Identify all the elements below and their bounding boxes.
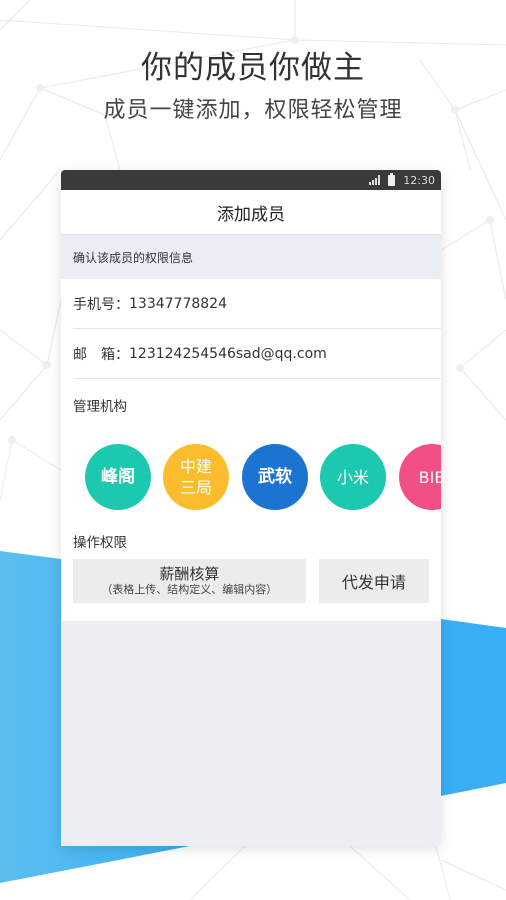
org-item-xiaomi[interactable]: 小米 [320,444,386,510]
org-list[interactable]: 峰阁 中建三局 武软 小米 BIB [61,425,441,521]
promo-subline: 成员一键添加，权限轻松管理 [103,98,403,123]
permission-list: 薪酬核算 （表格上传、结构定义、编辑内容） 代发申请 [61,559,441,603]
email-label: 邮 箱： [73,346,129,363]
phone-value: 13347778824 [129,295,227,312]
phone-field[interactable]: 手机号： 13347778824 [73,279,441,329]
permission-salary-calc-button[interactable]: 薪酬核算 （表格上传、结构定义、编辑内容） [73,559,306,603]
phone-mockup: 12:30 添加成员 确认该成员的权限信息 手机号： 13347778824 邮… [61,170,441,846]
org-item-label: 小米 [336,467,369,487]
permission-title: 薪酬核算 [159,565,220,583]
battery-icon [388,172,396,186]
permission-subtitle: （表格上传、结构定义、编辑内容） [101,583,278,596]
email-field[interactable]: 邮 箱： 123124254546sad@qq.com [73,329,441,379]
info-banner: 确认该成员的权限信息 [61,235,441,279]
member-form: 手机号： 13347778824 邮 箱： 123124254546sad@qq… [61,279,441,621]
phone-label: 手机号： [73,296,129,313]
org-item-wuruan[interactable]: 武软 [242,444,308,510]
org-item-label: 峰阁 [101,466,135,487]
status-time: 12:30 [403,173,435,187]
org-item-label-line1: 中建 [179,457,212,476]
promo-headline: 你的成员你做主 [141,50,365,86]
page-title: 添加成员 [217,204,285,225]
status-bar: 12:30 [61,170,441,190]
info-banner-text: 确认该成员的权限信息 [73,250,194,265]
permission-title: 代发申请 [341,573,406,592]
org-item-bib[interactable]: BIB [399,444,441,510]
org-section-label: 管理机构 [73,399,127,415]
org-item-label: 武软 [258,466,292,487]
org-item-zhongjian-sanju[interactable]: 中建 三局 [163,444,229,510]
org-item-label: 中建 三局 [180,456,212,498]
permission-payroll-request-button[interactable]: 代发申请 [318,559,429,603]
org-item-label: BIB [418,467,441,487]
permission-section-label: 操作权限 [73,535,127,551]
signal-icon [369,175,381,185]
org-item-fengge[interactable]: 峰阁 [85,444,151,510]
org-item-label-line2: 三局 [179,478,212,497]
nav-bar: 添加成员 [61,190,441,235]
email-value: 123124254546sad@qq.com [129,345,327,362]
